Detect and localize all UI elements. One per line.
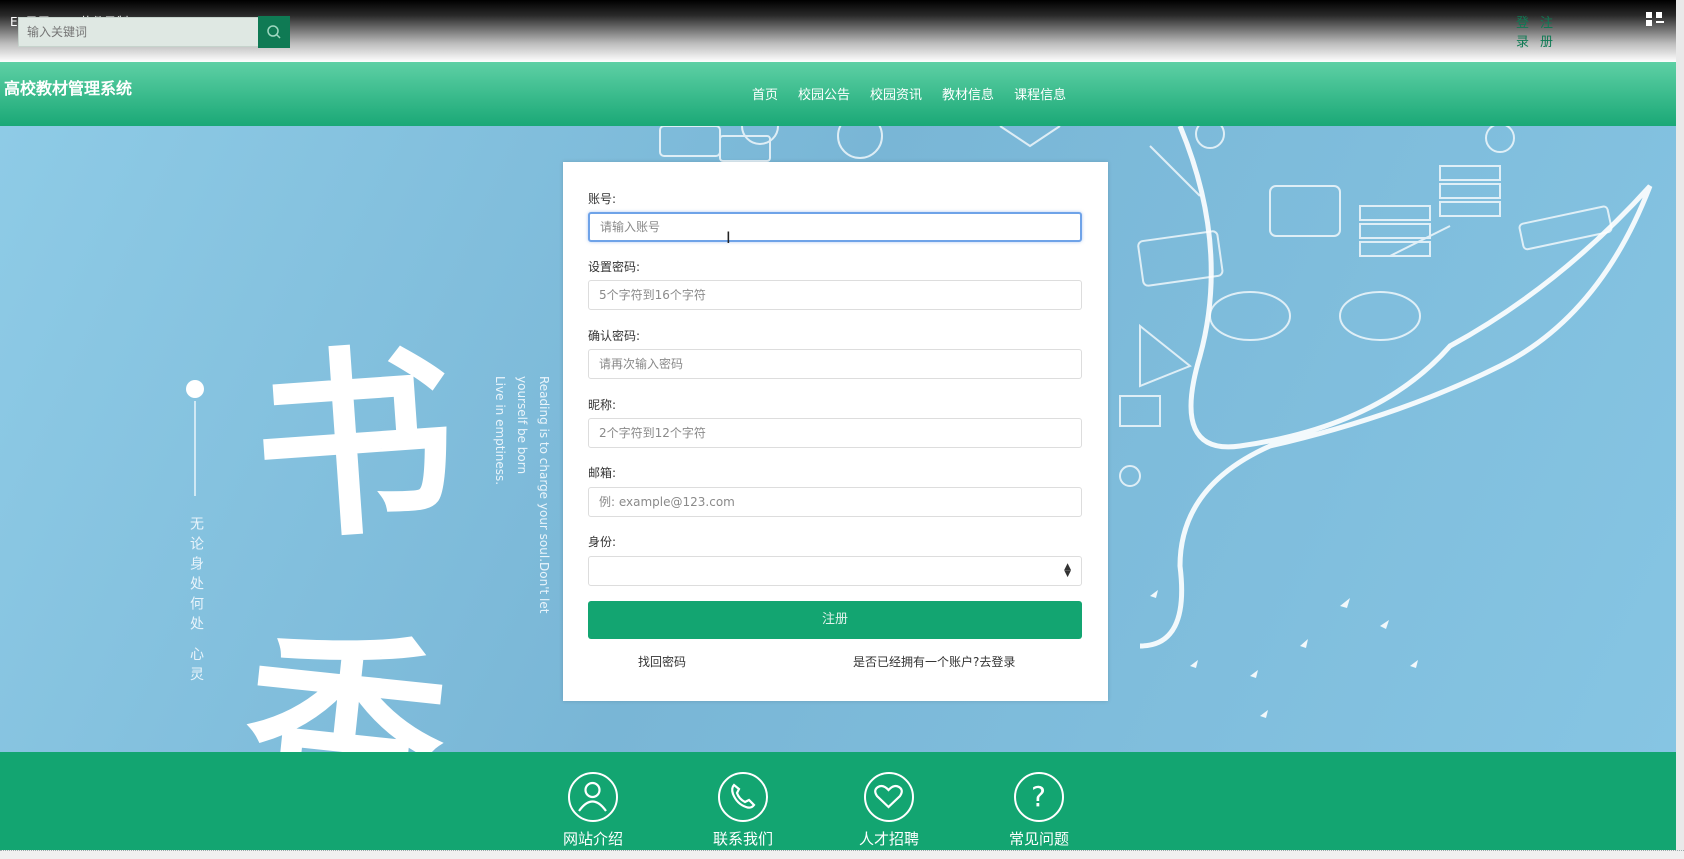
login-link[interactable]: 登注 <box>1516 14 1564 33</box>
email-label: 邮箱: <box>588 466 617 480</box>
footer-item-contact[interactable]: 联系我们 <box>698 772 788 849</box>
footer-label: 联系我们 <box>712 830 773 848</box>
question-icon: ? <box>1014 772 1064 822</box>
footer-item-faq[interactable]: ? 常见问题 <box>994 772 1084 849</box>
phone-icon <box>718 772 768 822</box>
register-link[interactable]: 录册 <box>1516 33 1564 52</box>
password-label: 设置密码: <box>588 260 641 274</box>
register-button[interactable]: 注册 <box>588 601 1082 639</box>
svg-text:?: ? <box>1031 780 1046 813</box>
nav-item-news[interactable]: 校园资讯 <box>870 84 922 103</box>
account-input[interactable] <box>588 212 1082 242</box>
nav-item-textbooks[interactable]: 教材信息 <box>942 84 994 103</box>
top-links: 登注 录册 <box>1516 14 1564 52</box>
nav-item-home[interactable]: 首页 <box>752 84 778 103</box>
search-button[interactable] <box>258 16 290 48</box>
role-label: 身份: <box>588 535 617 549</box>
fullscreen-icon[interactable] <box>1646 12 1664 30</box>
forgot-password-link[interactable]: 找回密码 <box>638 653 686 670</box>
go-login-link[interactable]: 是否已经拥有一个账户?去登录 <box>853 653 1015 670</box>
main-nav: 首页 校园公告 校园资讯 教材信息 课程信息 <box>752 84 1066 103</box>
confirm-password-input[interactable] <box>588 349 1082 379</box>
hero-english-line: yourself be born <box>515 376 529 475</box>
footer-label: 网站介绍 <box>562 830 623 848</box>
hero-vertical-text: 无论身处何处 心灵 <box>188 516 204 687</box>
nickname-label: 昵称: <box>588 398 617 412</box>
hero-english-line: Reading is to charge your soul.Don't let <box>537 376 551 614</box>
role-select[interactable]: ▲ ▼ <box>588 556 1082 586</box>
search-icon <box>267 25 281 39</box>
window-edge <box>1676 0 1684 858</box>
footer: 网站介绍 联系我们 人才招聘 ? 常见问题 <box>0 752 1676 850</box>
navbar: 高校教材管理系统 首页 校园公告 校园资讯 教材信息 课程信息 <box>0 62 1676 126</box>
confirm-password-label: 确认密码: <box>588 329 641 343</box>
register-form: 账号: 设置密码: 确认密码: 昵称: 邮箱: 身份: ▲▼ 注册 找回密码 是… <box>563 162 1108 701</box>
user-icon <box>568 772 618 822</box>
footer-label: 人才招聘 <box>858 830 919 848</box>
nickname-input[interactable] <box>588 418 1082 448</box>
email-input[interactable] <box>588 487 1082 517</box>
calligraphy-char: 书 <box>247 321 463 570</box>
nav-item-announcements[interactable]: 校园公告 <box>798 84 850 103</box>
search-input[interactable] <box>18 17 258 47</box>
heart-icon <box>864 772 914 822</box>
footer-label: 常见问题 <box>1008 830 1069 848</box>
select-arrow-icon: ▲ ▼ <box>1064 562 1071 579</box>
site-brand[interactable]: 高校教材管理系统 <box>4 75 132 99</box>
footer-item-jobs[interactable]: 人才招聘 <box>844 772 934 849</box>
calligraphy-char: 香 <box>233 603 457 752</box>
text-cursor-icon: Ⅰ <box>726 228 731 247</box>
footer-item-about[interactable]: 网站介绍 <box>548 772 638 849</box>
hero-english-line: Live in emptiness. <box>493 376 507 486</box>
nav-item-courses[interactable]: 课程信息 <box>1014 84 1066 103</box>
password-input[interactable] <box>588 280 1082 310</box>
account-label: 账号: <box>588 192 617 206</box>
